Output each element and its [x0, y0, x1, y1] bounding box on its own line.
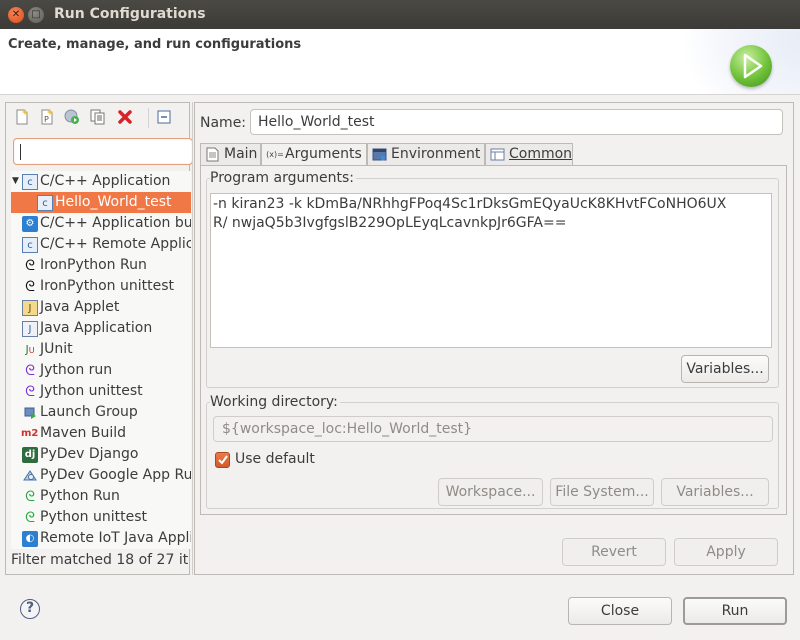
text-caret	[20, 144, 21, 160]
help-icon[interactable]: ?	[20, 599, 40, 619]
c-app-icon: c	[37, 195, 53, 211]
tree-item-java-application[interactable]: J Java Application	[11, 318, 191, 339]
tree-item-junit[interactable]: JU JUnit	[11, 339, 191, 360]
working-directory-label: Working directory:	[210, 394, 340, 410]
duplicate-icon	[90, 109, 105, 125]
c-build-icon: ⚙	[22, 216, 38, 232]
tree-item-ironpython-unittest[interactable]: ᘓ IronPython unittest	[11, 276, 191, 297]
duplicate-button[interactable]	[90, 109, 106, 125]
maximize-icon[interactable]: □	[28, 7, 44, 23]
close-icon[interactable]: ✕	[8, 7, 24, 23]
tree-item-jython-run[interactable]: ᘓ Jython run	[11, 360, 191, 381]
configuration-editor-panel: Name: Hello_World_test Main (x)= Argumen…	[194, 102, 794, 575]
tree-item-launch-group[interactable]: Launch Group	[11, 402, 191, 423]
tab-main[interactable]: Main	[200, 143, 261, 165]
ironpython-unittest-icon: ᘓ	[25, 279, 35, 295]
tree-item-pydev-google-app-run[interactable]: PyDev Google App Run	[11, 465, 191, 486]
tree-item-c-cpp-application[interactable]: ▼ c C/C++ Application	[11, 171, 191, 192]
tree-item-python-unittest[interactable]: ᘓ Python unittest	[11, 507, 191, 528]
run-play-icon	[730, 45, 772, 87]
launch-group-icon	[22, 405, 38, 421]
ironpython-run-icon: ᘓ	[25, 258, 35, 274]
environment-tab-icon	[372, 147, 387, 162]
google-app-icon	[22, 468, 38, 484]
main-tab-icon	[205, 147, 220, 162]
export-icon	[64, 109, 79, 124]
export-button[interactable]	[64, 109, 80, 125]
revert-button[interactable]: Revert	[562, 538, 666, 566]
filter-input[interactable]	[13, 138, 193, 165]
junit-icon: JU	[25, 343, 35, 356]
use-default-label[interactable]: Use default	[235, 451, 315, 467]
configuration-tree: ▼ c C/C++ Application c Hello_World_test…	[11, 171, 191, 549]
apply-button[interactable]: Apply	[674, 538, 778, 566]
name-label: Name:	[200, 115, 247, 131]
working-directory-input[interactable]: ${workspace_loc:Hello_World_test}	[213, 416, 773, 442]
collapse-all-button[interactable]	[156, 109, 172, 125]
configuration-list-panel: P ▼ c C/C++ Application c Hello_World_te…	[5, 102, 193, 575]
program-arguments-variables-button[interactable]: Variables...	[681, 355, 769, 383]
working-directory-group: Working directory: ${workspace_loc:Hello…	[206, 394, 779, 509]
tab-arguments[interactable]: (x)= Arguments	[261, 143, 367, 166]
tree-item-c-cpp-application-build[interactable]: ⚙ C/C++ Application build	[11, 213, 191, 234]
maven-icon: m2	[21, 428, 39, 439]
header-description: Create, manage, and run configurations	[8, 37, 302, 52]
tree-item-jython-unittest[interactable]: ᘓ Jython unittest	[11, 381, 191, 402]
panel-splitter[interactable]	[192, 102, 193, 575]
collapse-all-icon	[157, 110, 171, 124]
c-app-icon: c	[22, 174, 38, 190]
tab-common[interactable]: Common	[485, 143, 573, 165]
common-tab-icon	[490, 147, 505, 162]
toolbar-separator	[148, 108, 149, 128]
delete-icon	[118, 110, 132, 124]
program-arguments-text: -n kiran23 -k kDmBa/NRhhgFPoq4Sc1rDksGmE…	[213, 196, 727, 231]
jython-unittest-icon: ᘓ	[25, 384, 35, 400]
use-default-checkbox[interactable]	[215, 452, 230, 468]
new-prototype-button[interactable]: P	[39, 109, 55, 125]
title-bar: ✕ □ Run Configurations	[0, 0, 800, 29]
tree-item-c-cpp-remote-application[interactable]: c C/C++ Remote Application	[11, 234, 191, 255]
window-title: Run Configurations	[54, 6, 206, 22]
dialog-header: Create, manage, and run configurations	[0, 29, 800, 95]
tree-item-pydev-django[interactable]: dj PyDev Django	[11, 444, 191, 465]
tree-item-hello-world-test[interactable]: c Hello_World_test	[11, 192, 191, 213]
list-toolbar: P	[6, 103, 191, 133]
delete-button[interactable]	[117, 109, 133, 125]
django-icon: dj	[22, 447, 38, 463]
python-run-icon: ᘓ	[25, 489, 35, 505]
filter-status: Filter matched 18 of 27 items	[11, 552, 189, 568]
python-unittest-icon: ᘓ	[25, 510, 35, 526]
name-input[interactable]: Hello_World_test	[250, 109, 783, 135]
close-button[interactable]: Close	[568, 597, 672, 625]
program-arguments-group: Program arguments: -n kiran23 -k kDmBa/N…	[206, 170, 779, 388]
workspace-button[interactable]: Workspace...	[438, 478, 543, 506]
tab-environment[interactable]: Environment	[367, 143, 485, 165]
c-remote-icon: c	[22, 237, 38, 253]
expand-arrow-icon[interactable]: ▼	[12, 171, 19, 192]
working-directory-variables-button[interactable]: Variables...	[661, 478, 769, 506]
arguments-tab-content: Program arguments: -n kiran23 -k kDmBa/N…	[200, 165, 787, 515]
arguments-tab-icon: (x)=	[266, 150, 284, 159]
svg-text:P: P	[44, 115, 49, 124]
file-system-button[interactable]: File System...	[550, 478, 654, 506]
jython-run-icon: ᘓ	[25, 363, 35, 379]
run-button[interactable]: Run	[683, 597, 787, 625]
tree-item-maven-build[interactable]: m2 Maven Build	[11, 423, 191, 444]
new-launch-configuration-button[interactable]	[14, 109, 30, 125]
new-config-icon	[16, 109, 28, 125]
java-applet-icon: J	[22, 300, 38, 316]
tree-item-ironpython-run[interactable]: ᘓ IronPython Run	[11, 255, 191, 276]
program-arguments-textarea[interactable]: -n kiran23 -k kDmBa/NRhhgFPoq4Sc1rDksGmE…	[210, 193, 772, 348]
program-arguments-label: Program arguments:	[210, 170, 356, 186]
tree-item-java-applet[interactable]: J Java Applet	[11, 297, 191, 318]
remote-iot-icon: ◐	[22, 531, 38, 547]
tree-item-python-run[interactable]: ᘓ Python Run	[11, 486, 191, 507]
new-prototype-icon: P	[41, 109, 53, 125]
tree-item-remote-iot-java-application[interactable]: ◐ Remote IoT Java Application	[11, 528, 191, 549]
java-app-icon: J	[22, 321, 38, 337]
